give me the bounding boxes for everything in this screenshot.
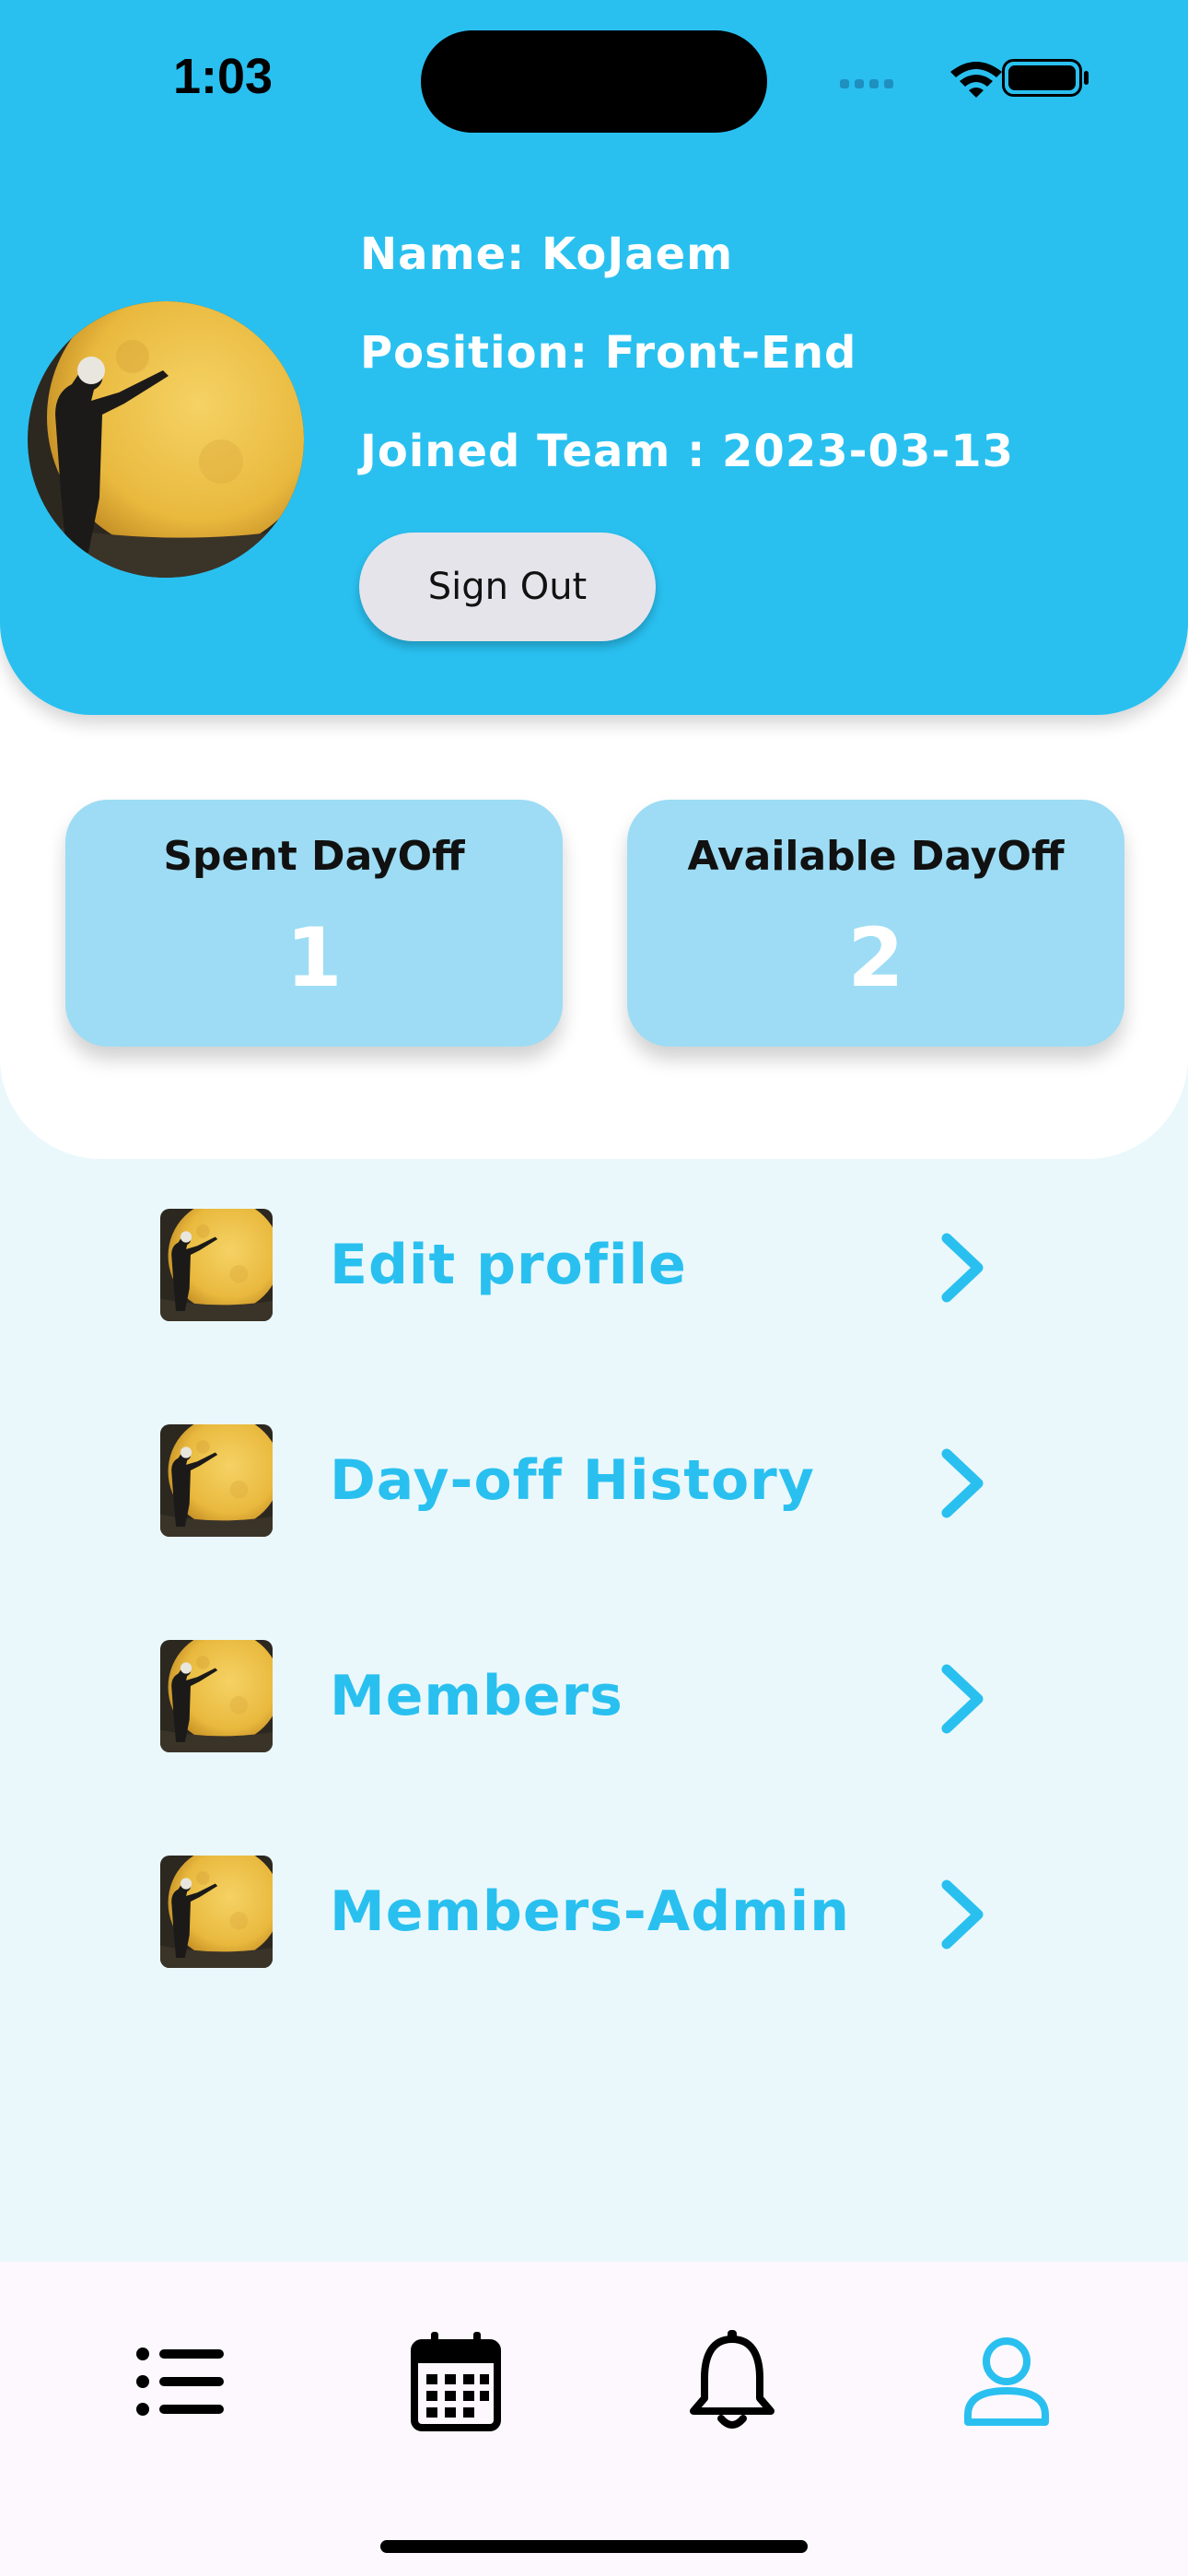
profile-icon[interactable]	[951, 2326, 1062, 2437]
chevron-right-icon	[941, 1233, 984, 1303]
sign-out-button[interactable]: Sign Out	[359, 533, 656, 641]
profile-header: 1:03 Name: KoJaem Position: Front-End Jo…	[0, 0, 1188, 715]
menu-item-dayoff-history[interactable]: Day-off History	[157, 1421, 1004, 1540]
list-icon[interactable]	[124, 2326, 235, 2437]
spent-dayoff-value: 1	[285, 910, 343, 1005]
avatar	[28, 301, 304, 578]
menu-item-members[interactable]: Members	[157, 1636, 1004, 1756]
menu-item-label: Edit profile	[330, 1233, 687, 1297]
spent-dayoff-card: Spent DayOff 1	[65, 800, 563, 1047]
wifi-icon	[950, 62, 1002, 98]
chevron-right-icon	[941, 1879, 984, 1950]
available-dayoff-value: 2	[847, 910, 904, 1005]
available-dayoff-label: Available DayOff	[687, 833, 1065, 880]
profile-position: Position: Front-End	[360, 327, 857, 379]
bell-icon[interactable]	[677, 2326, 787, 2437]
menu-item-edit-profile[interactable]: Edit profile	[157, 1205, 1004, 1325]
status-icons	[840, 59, 1089, 98]
available-dayoff-card: Available DayOff 2	[627, 800, 1124, 1047]
menu-item-label: Day-off History	[330, 1448, 815, 1513]
chevron-right-icon	[941, 1664, 984, 1734]
chevron-right-icon	[941, 1448, 984, 1518]
battery-icon	[1002, 59, 1089, 97]
signal-icon	[840, 79, 893, 88]
profile-name: Name: KoJaem	[360, 228, 734, 280]
calendar-icon[interactable]	[401, 2326, 511, 2437]
status-time: 1:03	[173, 49, 274, 104]
bottom-nav	[0, 2262, 1188, 2576]
spent-dayoff-label: Spent DayOff	[163, 833, 465, 880]
moon-photo-thumbnail	[160, 1856, 273, 1968]
moon-photo-thumbnail	[160, 1209, 273, 1321]
dynamic-island	[421, 30, 767, 133]
moon-photo-thumbnail	[160, 1424, 273, 1537]
profile-joined-date: Joined Team : 2023-03-13	[360, 426, 1015, 477]
menu-item-label: Members	[330, 1664, 623, 1728]
moon-photo-thumbnail	[160, 1640, 273, 1752]
menu-item-label: Members-Admin	[330, 1879, 850, 1944]
home-indicator	[380, 2540, 808, 2553]
menu-item-members-admin[interactable]: Members-Admin	[157, 1852, 1004, 1972]
